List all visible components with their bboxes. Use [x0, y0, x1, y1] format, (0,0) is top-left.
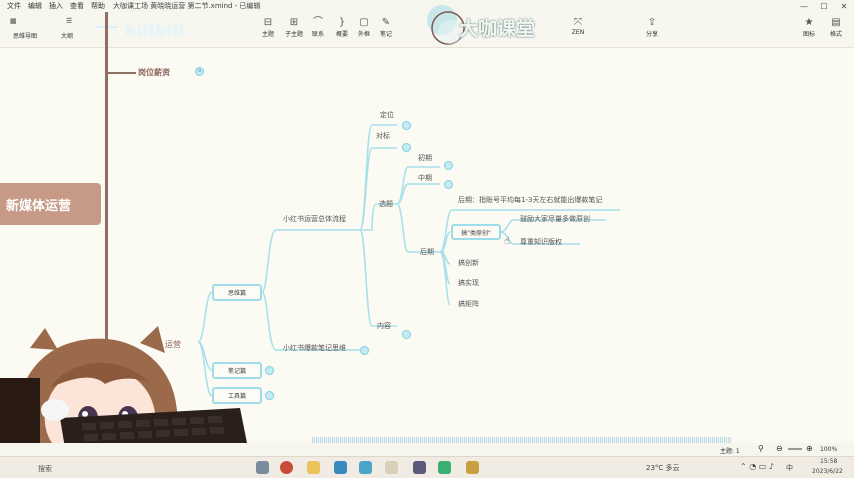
node-badge[interactable]: [402, 330, 411, 339]
tray-icons[interactable]: ⌃ ◔ ▭ ♪: [740, 462, 774, 471]
browser-icon[interactable]: [280, 461, 293, 474]
node-guli[interactable]: 鼓励大家尽量多做原创: [520, 214, 590, 224]
zoom-out-icon[interactable]: ⊖: [776, 444, 783, 453]
node-xuanti[interactable]: 选题: [379, 199, 393, 209]
node-badge[interactable]: [444, 180, 453, 189]
node-houqi[interactable]: 后期: [420, 247, 434, 257]
node-badge[interactable]: [444, 161, 453, 170]
node-xhs-process[interactable]: 小红书运营总体流程: [283, 214, 346, 224]
node-badge[interactable]: [402, 121, 411, 130]
status-bar: 主题: 1 ⚲ ⊖ ⊕ 100%: [0, 443, 854, 456]
taskview-icon[interactable]: [256, 461, 269, 474]
node-zunzhong[interactable]: 尊重知识版权: [520, 237, 562, 247]
node-gao-bianfu[interactable]: 搞矩阵: [458, 299, 479, 309]
store-icon[interactable]: [385, 461, 398, 474]
folder-icon[interactable]: [307, 461, 320, 474]
node-badge[interactable]: [402, 143, 411, 152]
node-xhs-notes[interactable]: 小红书爆款笔记思维: [283, 343, 346, 353]
node-dingwei[interactable]: 定位: [380, 110, 394, 120]
collapse-badge[interactable]: ⊖: [195, 67, 204, 76]
node-gao-shixian[interactable]: 搞实现: [458, 278, 479, 288]
filter-icon[interactable]: ⚲: [758, 444, 764, 453]
clock-time[interactable]: 15:58: [820, 458, 837, 465]
zoom-level[interactable]: 100%: [820, 446, 837, 453]
zoom-in-icon[interactable]: ⊕: [806, 444, 813, 453]
trunk-branch: [108, 72, 136, 74]
main-topic[interactable]: 新媒体运营: [0, 183, 101, 225]
wechat-icon[interactable]: [438, 461, 451, 474]
app2-icon[interactable]: [466, 461, 479, 474]
node-gao-chuangxin[interactable]: 搞创新: [458, 258, 479, 268]
app-icon[interactable]: [334, 461, 347, 474]
taskbar-search[interactable]: 搜索: [38, 464, 52, 474]
node-chuqi[interactable]: 初期: [418, 153, 432, 163]
node-badge[interactable]: [360, 346, 369, 355]
taskbar: [0, 456, 854, 478]
clock-date[interactable]: 2023/6/22: [812, 468, 843, 475]
cursor-hand-icon: ☝: [504, 236, 511, 247]
node-zhongqi[interactable]: 中期: [418, 173, 432, 183]
node-lei-yuanchuang[interactable]: 搞"类原创": [451, 224, 501, 240]
node-lei-yuanchuang-label: 搞"类原创": [461, 229, 491, 237]
edge-icon[interactable]: [359, 461, 372, 474]
xmind-icon[interactable]: [413, 461, 426, 474]
zoom-slider[interactable]: [788, 448, 802, 450]
section-header[interactable]: 岗位薪资: [138, 67, 170, 78]
ime-indicator[interactable]: 中: [786, 463, 793, 473]
node-duibiao[interactable]: 对标: [376, 131, 390, 141]
node-houqi-detail[interactable]: 后期：指账号平均每1-3天左右就能出爆款笔记: [458, 195, 602, 205]
node-badge[interactable]: [265, 366, 274, 375]
node-neirong[interactable]: 内容: [377, 321, 391, 331]
node-siwei-label: 思维篇: [227, 290, 246, 297]
node-siwei[interactable]: 思维篇: [212, 284, 262, 301]
weather[interactable]: 23°C 多云: [646, 463, 680, 473]
topic-count: 主题: 1: [720, 448, 740, 455]
node-badge[interactable]: [265, 391, 274, 400]
